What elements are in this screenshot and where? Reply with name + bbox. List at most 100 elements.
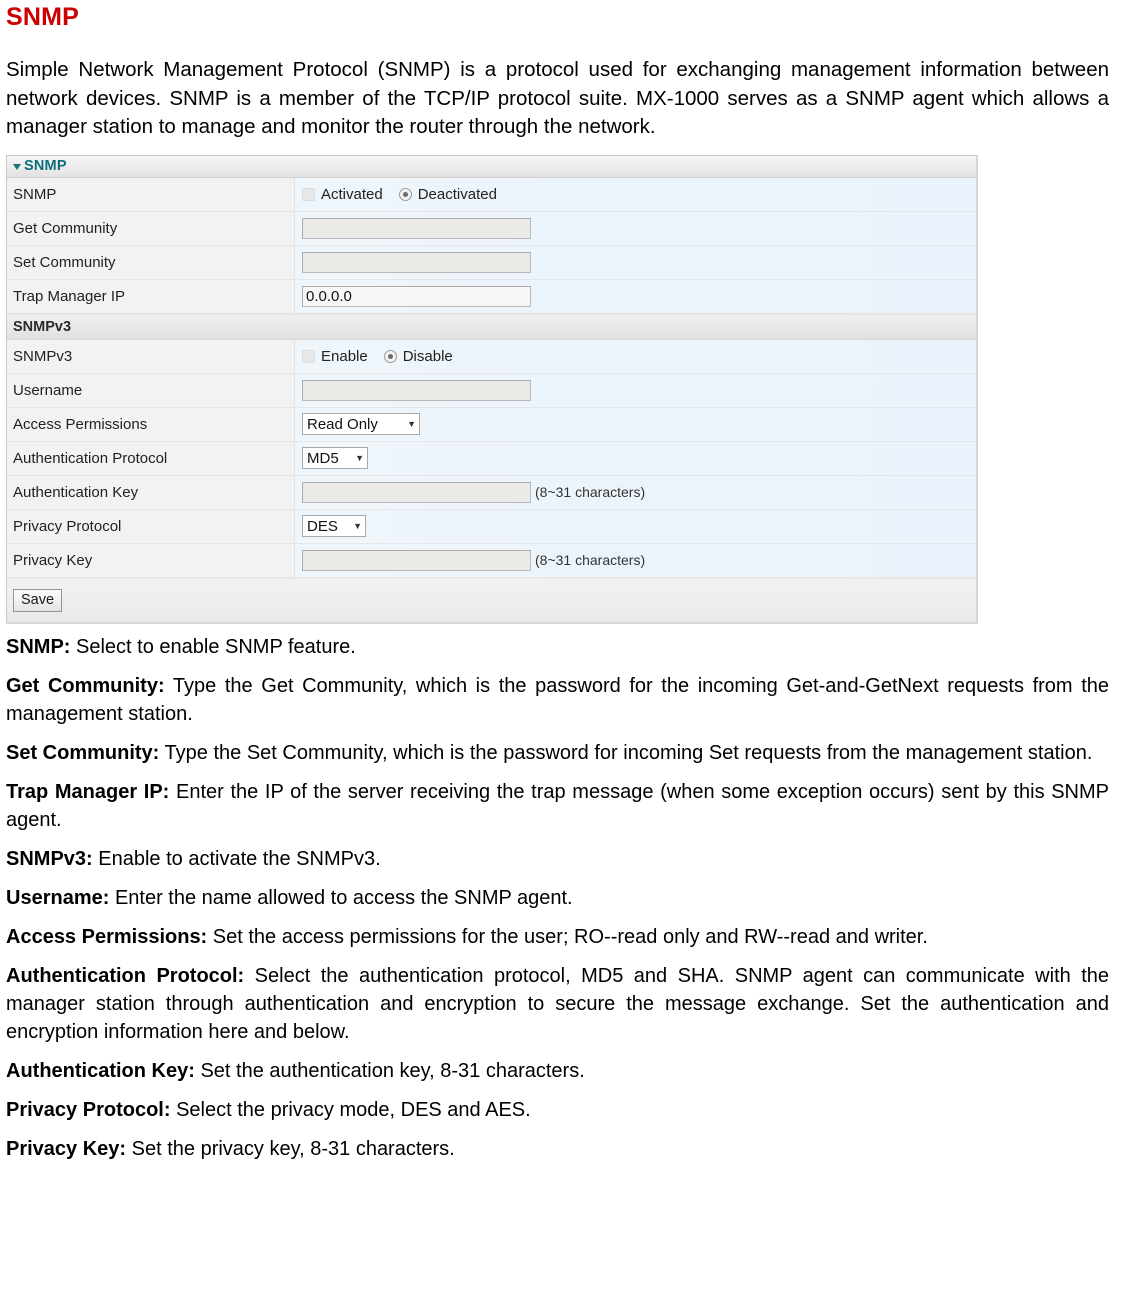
description-term: Set Community: <box>6 741 160 764</box>
label-privacy-protocol: Privacy Protocol <box>7 509 295 543</box>
row-authentication-protocol: Authentication Protocol MD5 ▼ <box>7 441 976 476</box>
row-access-permissions: Access Permissions Read Only ▼ <box>7 407 976 442</box>
description-item: Get Community: Type the Get Community, w… <box>6 672 1113 728</box>
field-descriptions: SNMP: Select to enable SNMP feature. Get … <box>6 633 1113 1163</box>
triangle-down-icon[interactable] <box>13 163 21 170</box>
access-permissions-select[interactable]: Read Only ▼ <box>302 413 420 435</box>
radio-icon-unselected[interactable] <box>302 187 315 201</box>
row-privacy-protocol: Privacy Protocol DES ▼ <box>7 509 976 544</box>
field-authentication-protocol: MD5 ▼ <box>295 447 976 469</box>
row-get-community: Get Community <box>7 211 976 246</box>
field-authentication-key: (8~31 characters) <box>295 481 976 503</box>
field-snmp: Activated Deactivated <box>295 186 976 203</box>
row-privacy-key: Privacy Key (8~31 characters) <box>7 543 976 578</box>
snmp-radio-group: Activated Deactivated <box>302 186 513 203</box>
authentication-key-input[interactable] <box>302 481 531 503</box>
description-item: Access Permissions: Set the access permi… <box>6 923 1113 951</box>
field-snmpv3: Enable Disable <box>295 348 976 365</box>
field-trap-manager-ip: 0.0.0.0 <box>295 285 976 307</box>
description-term: Authentication Key: <box>6 1059 195 1082</box>
description-item: SNMP: Select to enable SNMP feature. <box>6 633 1113 661</box>
row-snmpv3: SNMPv3 Enable Disable <box>7 339 976 374</box>
label-authentication-key: Authentication Key <box>7 475 295 509</box>
label-trap-manager-ip: Trap Manager IP <box>7 279 295 313</box>
radio-label-activated: Activated <box>321 185 383 203</box>
row-set-community: Set Community <box>7 245 976 280</box>
description-item: Trap Manager IP: Enter the IP of the ser… <box>6 778 1113 834</box>
description-term: Authentication Protocol: <box>6 964 245 987</box>
row-snmp: SNMP Activated Deactivated <box>7 177 976 212</box>
panel-header[interactable]: SNMP <box>7 155 976 178</box>
label-privacy-key: Privacy Key <box>7 543 295 577</box>
radio-snmpv3-disable[interactable]: Disable <box>383 347 453 365</box>
description-item: Privacy Protocol: Select the privacy mod… <box>6 1096 1113 1124</box>
radio-icon-unselected[interactable] <box>302 349 315 363</box>
description-item: Authentication Key: Set the authenticati… <box>6 1057 1113 1085</box>
intro-paragraph: Simple Network Management Protocol (SNMP… <box>6 58 1109 138</box>
username-input[interactable] <box>302 379 531 401</box>
chevron-down-icon[interactable]: ▼ <box>353 521 362 531</box>
description-text: Set the authentication key, 8-31 charact… <box>194 1059 585 1082</box>
description-term: Trap Manager IP: <box>6 780 170 803</box>
description-term: Get Community: <box>6 674 165 697</box>
chevron-down-icon[interactable]: ▼ <box>355 453 364 463</box>
description-text: Select to enable SNMP feature. <box>70 635 356 658</box>
field-username <box>295 379 976 401</box>
field-privacy-key: (8~31 characters) <box>295 549 976 571</box>
radio-snmpv3-enable[interactable]: Enable <box>302 348 368 365</box>
description-text: Enable to activate the SNMPv3. <box>92 847 381 870</box>
description-text: Select the privacy mode, DES and AES. <box>170 1098 531 1121</box>
radio-snmp-deactivated[interactable]: Deactivated <box>398 185 497 203</box>
label-username: Username <box>7 373 295 407</box>
description-text: Set the privacy key, 8-31 characters. <box>126 1137 455 1160</box>
subsection-header-label: SNMPv3 <box>13 318 72 335</box>
description-item: Set Community: Type the Set Community, w… <box>6 739 1113 767</box>
field-set-community <box>295 251 976 273</box>
set-community-input[interactable] <box>302 251 531 273</box>
radio-label-disable: Disable <box>402 347 453 365</box>
description-text: Enter the name allowed to access the SNM… <box>109 886 573 909</box>
description-term: SNMP: <box>6 635 71 658</box>
document-page: SNMP Simple Network Management Protocol … <box>0 0 1121 1163</box>
field-get-community <box>295 217 976 239</box>
radio-icon-selected[interactable] <box>383 349 397 363</box>
description-text: Type the Get Community, which is the pas… <box>6 674 1110 725</box>
description-term: SNMPv3: <box>6 847 93 870</box>
row-authentication-key: Authentication Key (8~31 characters) <box>7 475 976 510</box>
radio-icon-selected[interactable] <box>398 187 412 201</box>
description-text: Set the access permissions for the user;… <box>207 925 928 948</box>
snmp-settings-screenshot: SNMP SNMP Activated Deactivated Get Comm… <box>6 154 982 624</box>
label-get-community: Get Community <box>7 211 295 245</box>
description-term: Access Permissions: <box>6 925 208 948</box>
label-access-permissions: Access Permissions <box>7 407 295 441</box>
label-snmpv3: SNMPv3 <box>7 339 295 373</box>
authentication-protocol-select[interactable]: MD5 ▼ <box>302 447 368 469</box>
privacy-key-input[interactable] <box>302 549 531 571</box>
access-permissions-value: Read Only <box>307 415 378 433</box>
authentication-key-hint: (8~31 characters) <box>535 484 646 500</box>
description-item: Privacy Key: Set the privacy key, 8-31 c… <box>6 1135 1113 1163</box>
snmpv3-radio-group: Enable Disable <box>302 348 469 365</box>
label-set-community: Set Community <box>7 245 295 279</box>
row-trap-manager-ip: Trap Manager IP 0.0.0.0 <box>7 279 976 314</box>
description-term: Privacy Protocol: <box>6 1098 171 1121</box>
privacy-protocol-select[interactable]: DES ▼ <box>302 515 366 537</box>
chevron-down-icon[interactable]: ▼ <box>407 419 416 429</box>
privacy-protocol-value: DES <box>307 517 338 535</box>
field-privacy-protocol: DES ▼ <box>295 515 976 537</box>
radio-label-enable: Enable <box>321 347 368 365</box>
get-community-input[interactable] <box>302 217 531 239</box>
panel-footer: Save <box>7 577 976 622</box>
snmp-panel: SNMP SNMP Activated Deactivated Get Comm… <box>6 154 978 624</box>
description-term: Privacy Key: <box>6 1137 127 1160</box>
trap-manager-ip-input[interactable]: 0.0.0.0 <box>302 285 531 307</box>
radio-label-deactivated: Deactivated <box>417 185 497 203</box>
description-item: SNMPv3: Enable to activate the SNMPv3. <box>6 845 1113 873</box>
description-text: Enter the IP of the server receiving the… <box>6 780 1110 831</box>
subsection-header-snmpv3: SNMPv3 <box>7 313 976 340</box>
radio-snmp-activated[interactable]: Activated <box>302 186 383 203</box>
save-button[interactable]: Save <box>13 588 63 612</box>
field-access-permissions: Read Only ▼ <box>295 413 976 435</box>
description-term: Username: <box>6 886 110 909</box>
description-text: Type the Set Community, which is the pas… <box>159 741 1093 764</box>
